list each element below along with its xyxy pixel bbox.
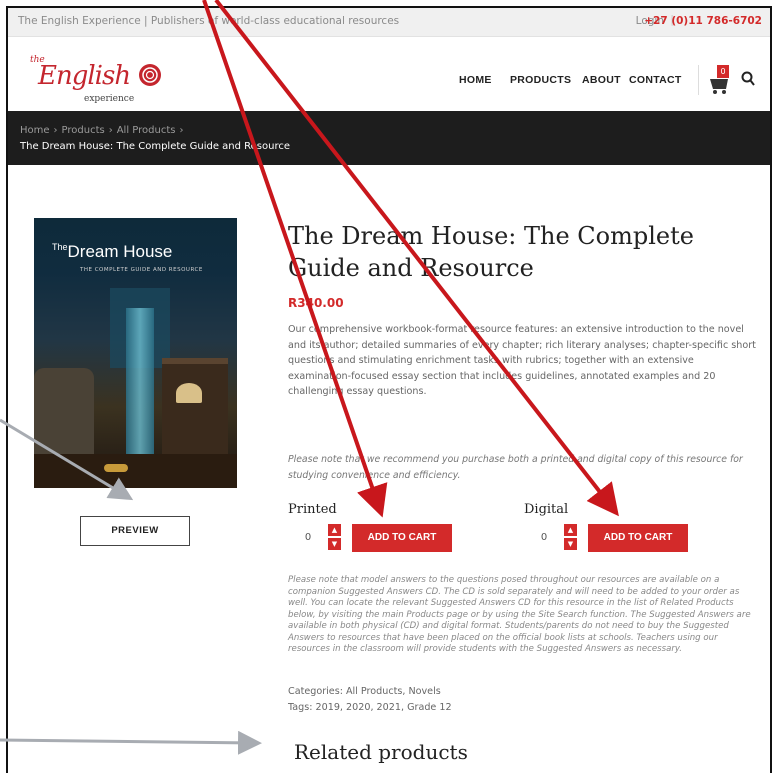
answers-note: Please note that model answers to the qu… xyxy=(288,575,751,654)
cart-icon xyxy=(710,79,728,94)
chevron-down-icon[interactable]: ▼ xyxy=(328,538,341,550)
digital-quantity-stepper[interactable]: ▲ ▼ xyxy=(564,524,577,550)
cover-lamp xyxy=(176,383,202,403)
cover-floor xyxy=(34,454,237,488)
digital-label: Digital xyxy=(524,502,569,517)
cart-button[interactable]: 0 xyxy=(708,65,732,95)
site-tagline: The English Experience | Publishers of w… xyxy=(18,15,400,27)
printed-label: Printed xyxy=(288,502,337,517)
breadcrumb-separator: › xyxy=(53,125,58,136)
chevron-up-icon[interactable]: ▲ xyxy=(328,524,341,536)
cover-curtain xyxy=(126,308,154,458)
cover-armchair xyxy=(34,368,94,458)
chevron-up-icon[interactable]: ▲ xyxy=(564,524,577,536)
browser-page: The English Experience | Publishers of w… xyxy=(6,6,772,773)
printed-quantity-input[interactable]: 0 xyxy=(292,526,324,550)
chevron-down-icon[interactable]: ▼ xyxy=(564,538,577,550)
related-products-heading: Related products xyxy=(294,740,468,764)
cover-title-main: Dream House xyxy=(67,242,173,261)
logo-sub: experience xyxy=(84,94,135,104)
phone-number[interactable]: +27 (0)11 786-6702 xyxy=(644,15,762,27)
nav-products[interactable]: PRODUCTS xyxy=(510,74,571,86)
breadcrumb-separator: › xyxy=(108,125,113,136)
digital-add-to-cart-button[interactable]: ADD TO CART xyxy=(588,524,688,552)
product-title: The Dream House: The Complete Guide and … xyxy=(288,222,694,282)
breadcrumb: Home › Products › All Products › xyxy=(20,125,187,136)
cover-fireplace xyxy=(162,358,228,454)
nav-home[interactable]: HOME xyxy=(459,74,492,86)
breadcrumb-products[interactable]: Products xyxy=(62,125,105,136)
site-logo[interactable]: the English experience xyxy=(26,53,166,107)
cover-title-prefix: The xyxy=(52,242,68,252)
product-categories: Categories: All Products, Novels xyxy=(288,686,441,697)
site-header: the English experience HOME PRODUCTS ABO… xyxy=(8,37,770,117)
search-icon[interactable] xyxy=(741,71,755,87)
nav-divider xyxy=(698,65,699,95)
rose-logo-icon xyxy=(139,64,161,86)
cover-title: TheDream House xyxy=(52,242,172,262)
nav-contact[interactable]: CONTACT xyxy=(629,74,682,86)
top-bar: The English Experience | Publishers of w… xyxy=(8,8,770,37)
printed-add-to-cart-button[interactable]: ADD TO CART xyxy=(352,524,452,552)
logo-word: English xyxy=(38,61,131,91)
product-cover-image[interactable]: TheDream House THE COMPLETE GUIDE AND RE… xyxy=(34,218,237,488)
cover-shoes xyxy=(104,464,128,472)
cover-subtitle: THE COMPLETE GUIDE AND RESOURCE xyxy=(80,267,203,273)
preview-button[interactable]: PREVIEW xyxy=(80,516,190,546)
breadcrumb-home[interactable]: Home xyxy=(20,125,50,136)
digital-quantity-input[interactable]: 0 xyxy=(528,526,560,550)
product-tags: Tags: 2019, 2020, 2021, Grade 12 xyxy=(288,702,452,713)
product-description: Our comprehensive workbook-format resour… xyxy=(288,324,756,397)
breadcrumb-separator: › xyxy=(179,125,184,136)
breadcrumb-current: The Dream House: The Complete Guide and … xyxy=(20,141,290,152)
recommend-note: Please note that we recommend you purcha… xyxy=(288,454,743,481)
breadcrumb-bar: Home › Products › All Products › The Dream Ho… xyxy=(8,111,770,165)
product-price: R340.00 xyxy=(288,296,344,310)
breadcrumb-all-products[interactable]: All Products xyxy=(117,125,176,136)
printed-quantity-stepper[interactable]: ▲ ▼ xyxy=(328,524,341,550)
nav-about[interactable]: ABOUT xyxy=(582,74,621,86)
